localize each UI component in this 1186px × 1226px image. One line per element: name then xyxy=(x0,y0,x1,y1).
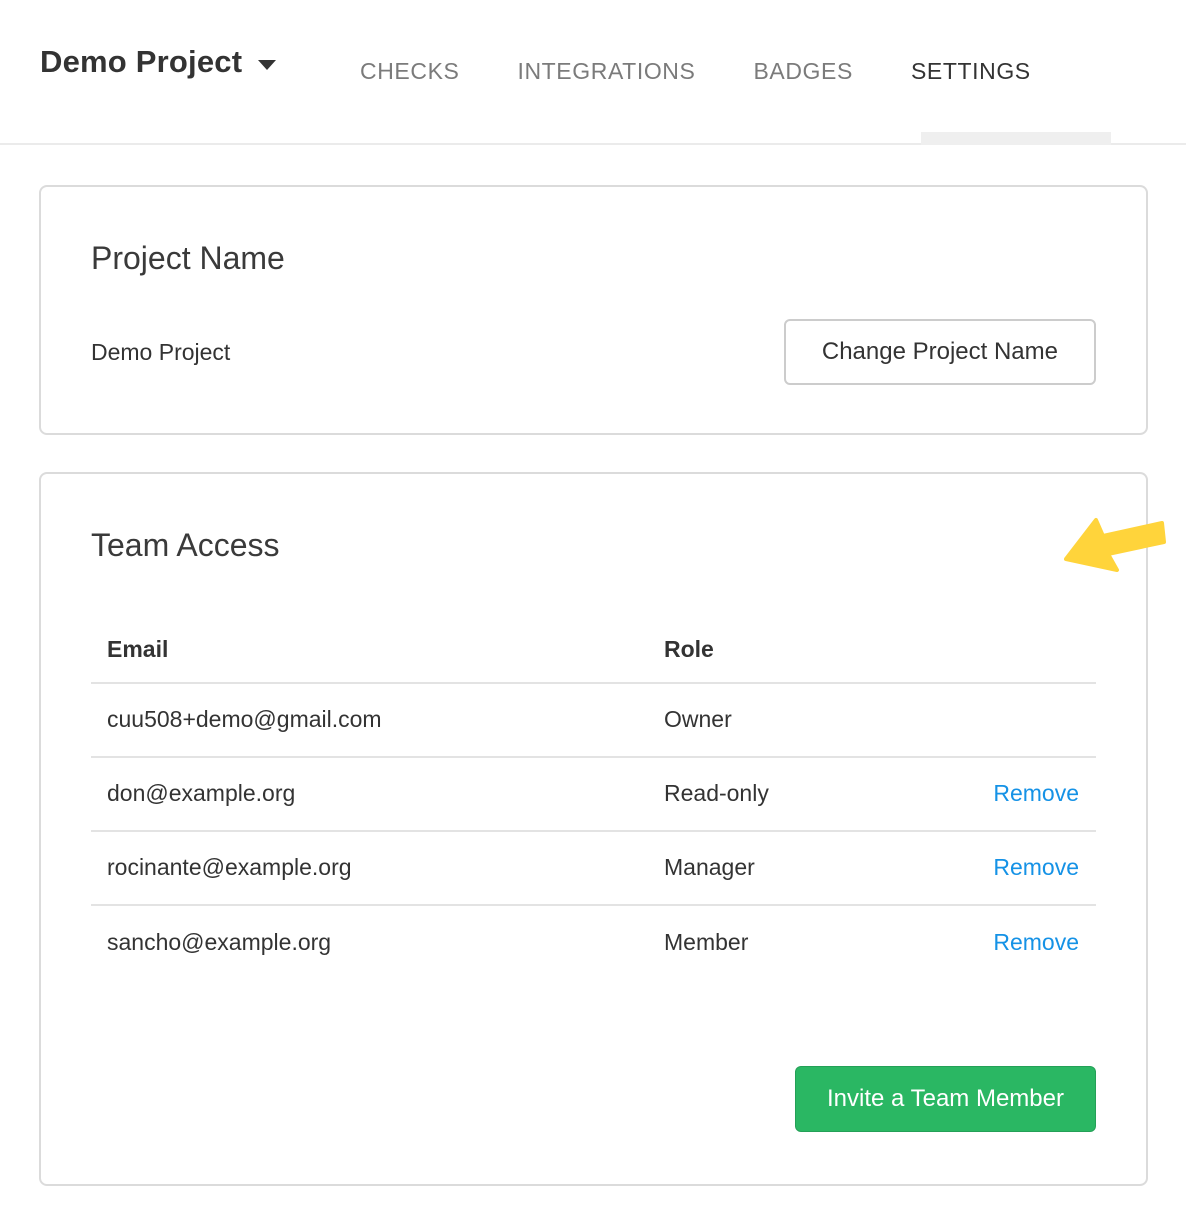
role-column-header: Role xyxy=(648,636,962,663)
member-action: Remove xyxy=(962,854,1096,881)
table-row: don@example.org Read-only Remove xyxy=(91,758,1096,832)
table-row: sancho@example.org Member Remove xyxy=(91,906,1096,980)
table-row: cuu508+demo@gmail.com Owner xyxy=(91,684,1096,758)
invite-button-row: Invite a Team Member xyxy=(91,1066,1096,1132)
table-header-row: Email Role xyxy=(91,618,1096,684)
remove-member-link[interactable]: Remove xyxy=(993,929,1079,955)
active-tab-indicator xyxy=(921,132,1111,145)
project-name-card-title: Project Name xyxy=(91,239,1096,277)
project-name-row: Demo Project Change Project Name xyxy=(91,319,1096,385)
invite-team-member-button[interactable]: Invite a Team Member xyxy=(795,1066,1096,1132)
member-email: cuu508+demo@gmail.com xyxy=(91,706,648,733)
tab-integrations[interactable]: INTEGRATIONS xyxy=(517,58,695,85)
tab-settings[interactable]: SETTINGS xyxy=(911,58,1031,85)
current-project-name: Demo Project xyxy=(91,339,230,366)
team-members-table: Email Role cuu508+demo@gmail.com Owner d… xyxy=(91,618,1096,980)
change-project-name-button[interactable]: Change Project Name xyxy=(784,319,1096,385)
project-name-card: Project Name Demo Project Change Project… xyxy=(39,185,1148,435)
table-row: rocinante@example.org Manager Remove xyxy=(91,832,1096,906)
email-column-header: Email xyxy=(91,636,648,663)
member-email: sancho@example.org xyxy=(91,929,648,956)
member-role: Owner xyxy=(648,706,962,733)
tab-badges[interactable]: BADGES xyxy=(753,58,852,85)
top-nav-bar: Demo Project CHECKS INTEGRATIONS BADGES … xyxy=(0,0,1186,145)
nav-tabs: CHECKS INTEGRATIONS BADGES SETTINGS xyxy=(360,0,1031,143)
remove-member-link[interactable]: Remove xyxy=(993,780,1079,806)
member-action: Remove xyxy=(962,780,1096,807)
project-dropdown-toggle[interactable]: Demo Project xyxy=(40,44,276,80)
member-role: Member xyxy=(648,929,962,956)
project-dropdown-label: Demo Project xyxy=(40,44,242,80)
member-role: Manager xyxy=(648,854,962,881)
settings-page-content: Project Name Demo Project Change Project… xyxy=(0,185,1186,1186)
member-action: Remove xyxy=(962,929,1096,956)
tab-checks[interactable]: CHECKS xyxy=(360,58,459,85)
remove-member-link[interactable]: Remove xyxy=(993,854,1079,880)
member-email: don@example.org xyxy=(91,780,648,807)
team-access-card: Team Access Email Role cuu508+demo@gmail… xyxy=(39,472,1148,1185)
chevron-down-icon xyxy=(258,60,276,70)
member-role: Read-only xyxy=(648,780,962,807)
team-access-card-title: Team Access xyxy=(91,526,1096,564)
member-email: rocinante@example.org xyxy=(91,854,648,881)
